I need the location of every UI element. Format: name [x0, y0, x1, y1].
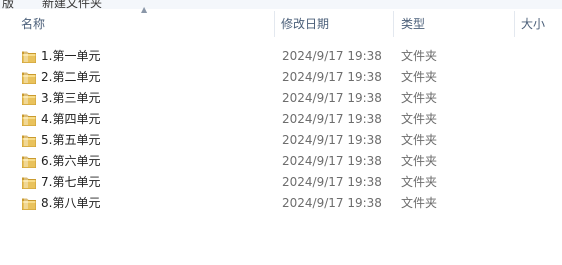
folder-icon — [21, 112, 37, 127]
column-header-name[interactable]: 名称 — [21, 9, 45, 37]
column-resize-handle[interactable] — [274, 11, 275, 37]
file-row[interactable]: 7.第七单元 2024/9/17 19:38 文件夹 — [0, 172, 562, 193]
file-type: 文件夹 — [401, 112, 438, 126]
folder-icon — [21, 91, 37, 106]
column-header-date[interactable]: 修改日期 — [281, 9, 329, 37]
file-name: 8.第八单元 — [41, 196, 101, 210]
file-modified-date: 2024/9/17 19:38 — [282, 154, 382, 168]
file-row[interactable]: 2.第二单元 2024/9/17 19:38 文件夹 — [0, 67, 562, 88]
file-modified-date: 2024/9/17 19:38 — [282, 49, 382, 63]
file-type: 文件夹 — [401, 49, 438, 63]
folder-icon — [21, 133, 37, 148]
sort-ascending-icon: ▲ — [141, 5, 148, 14]
file-modified-date: 2024/9/17 19:38 — [282, 175, 382, 189]
column-header-type[interactable]: 类型 — [401, 9, 425, 37]
file-modified-date: 2024/9/17 19:38 — [282, 133, 382, 147]
file-name: 1.第一单元 — [41, 49, 101, 63]
file-row[interactable]: 8.第八单元 2024/9/17 19:38 文件夹 — [0, 193, 562, 214]
column-header-size[interactable]: 大小 — [521, 9, 545, 37]
file-row[interactable]: 4.第四单元 2024/9/17 19:38 文件夹 — [0, 109, 562, 130]
folder-icon — [21, 49, 37, 64]
file-name: 6.第六单元 — [41, 154, 101, 168]
file-name: 2.第二单元 — [41, 70, 101, 84]
folder-icon — [21, 196, 37, 211]
file-name: 7.第七单元 — [41, 175, 101, 189]
file-name: 3.第三单元 — [41, 91, 101, 105]
file-row[interactable]: 1.第一单元 2024/9/17 19:38 文件夹 — [0, 46, 562, 67]
file-type: 文件夹 — [401, 175, 438, 189]
file-modified-date: 2024/9/17 19:38 — [282, 196, 382, 210]
folder-icon — [21, 154, 37, 169]
breadcrumb-current-folder[interactable]: 新建文件夹 — [42, 0, 102, 9]
folder-icon — [21, 175, 37, 190]
file-row[interactable]: 5.第五单元 2024/9/17 19:38 文件夹 — [0, 130, 562, 151]
column-resize-handle[interactable] — [514, 11, 515, 37]
file-modified-date: 2024/9/17 19:38 — [282, 70, 382, 84]
breadcrumb-item[interactable]: 版 — [2, 0, 14, 9]
file-name: 4.第四单元 — [41, 112, 101, 126]
address-bar-partial: 版 新建文件夹 — [0, 0, 562, 9]
file-type: 文件夹 — [401, 70, 438, 84]
file-row[interactable]: 6.第六单元 2024/9/17 19:38 文件夹 — [0, 151, 562, 172]
file-type: 文件夹 — [401, 133, 438, 147]
file-name: 5.第五单元 — [41, 133, 101, 147]
folder-icon — [21, 70, 37, 85]
file-type: 文件夹 — [401, 91, 438, 105]
file-modified-date: 2024/9/17 19:38 — [282, 91, 382, 105]
column-header-bar: ▲ 名称 修改日期 类型 大小 — [0, 5, 562, 37]
file-type: 文件夹 — [401, 154, 438, 168]
file-type: 文件夹 — [401, 196, 438, 210]
file-modified-date: 2024/9/17 19:38 — [282, 112, 382, 126]
file-row[interactable]: 3.第三单元 2024/9/17 19:38 文件夹 — [0, 88, 562, 109]
column-resize-handle[interactable] — [393, 11, 394, 37]
